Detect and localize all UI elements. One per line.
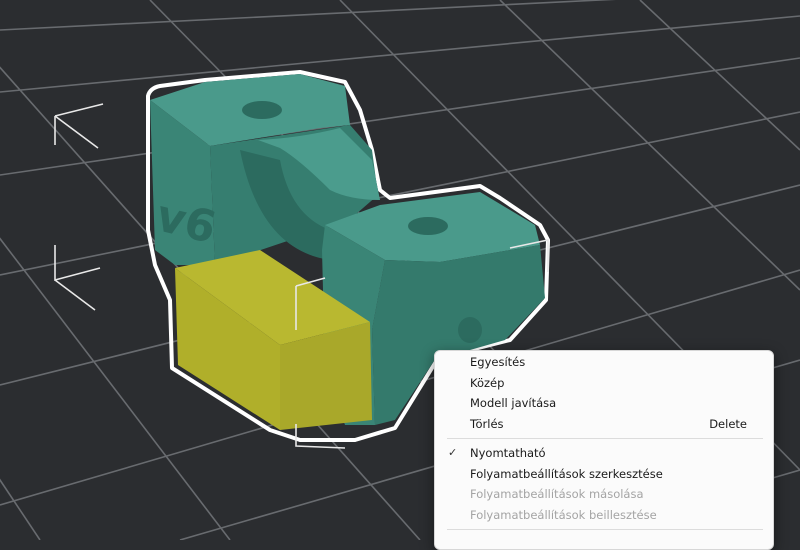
context-menu: Egyesítés Közép Modell javítása Törlés D… [434,350,774,550]
checkmark-icon: ✓ [448,446,458,459]
menu-item-delete[interactable]: Törlés Delete [435,414,773,435]
menu-item-label: Modell javítása [470,396,557,410]
menu-item-copy-process-settings[interactable]: Folyamatbeállítások másolása [435,484,773,505]
menu-item-paste-process-settings[interactable]: Folyamatbeállítások beillesztése [435,505,773,526]
menu-item-edit-process-settings[interactable]: Folyamatbeállítások szerkesztése [435,464,773,485]
menu-separator [447,438,763,439]
menu-item-label: Közép [470,375,505,390]
menu-item-label: Törlés [470,416,504,431]
menu-item-printable[interactable]: ✓ Nyomtatható [435,443,773,464]
menu-item-label: Egyesítés [470,355,526,369]
menu-item-merge[interactable]: Egyesítés [435,352,773,373]
menu-item-label: Folyamatbeállítások másolása [470,487,644,501]
menu-item-label: Nyomtatható [470,446,546,460]
menu-item-shortcut: Delete [709,416,747,431]
menu-item-center[interactable]: Közép [435,373,773,394]
menu-item-repair-model[interactable]: Modell javítása [435,393,773,414]
menu-item-label: Folyamatbeállítások beillesztése [470,507,657,522]
menu-separator [447,529,763,530]
menu-item-label: Folyamatbeállítások szerkesztése [470,466,663,481]
